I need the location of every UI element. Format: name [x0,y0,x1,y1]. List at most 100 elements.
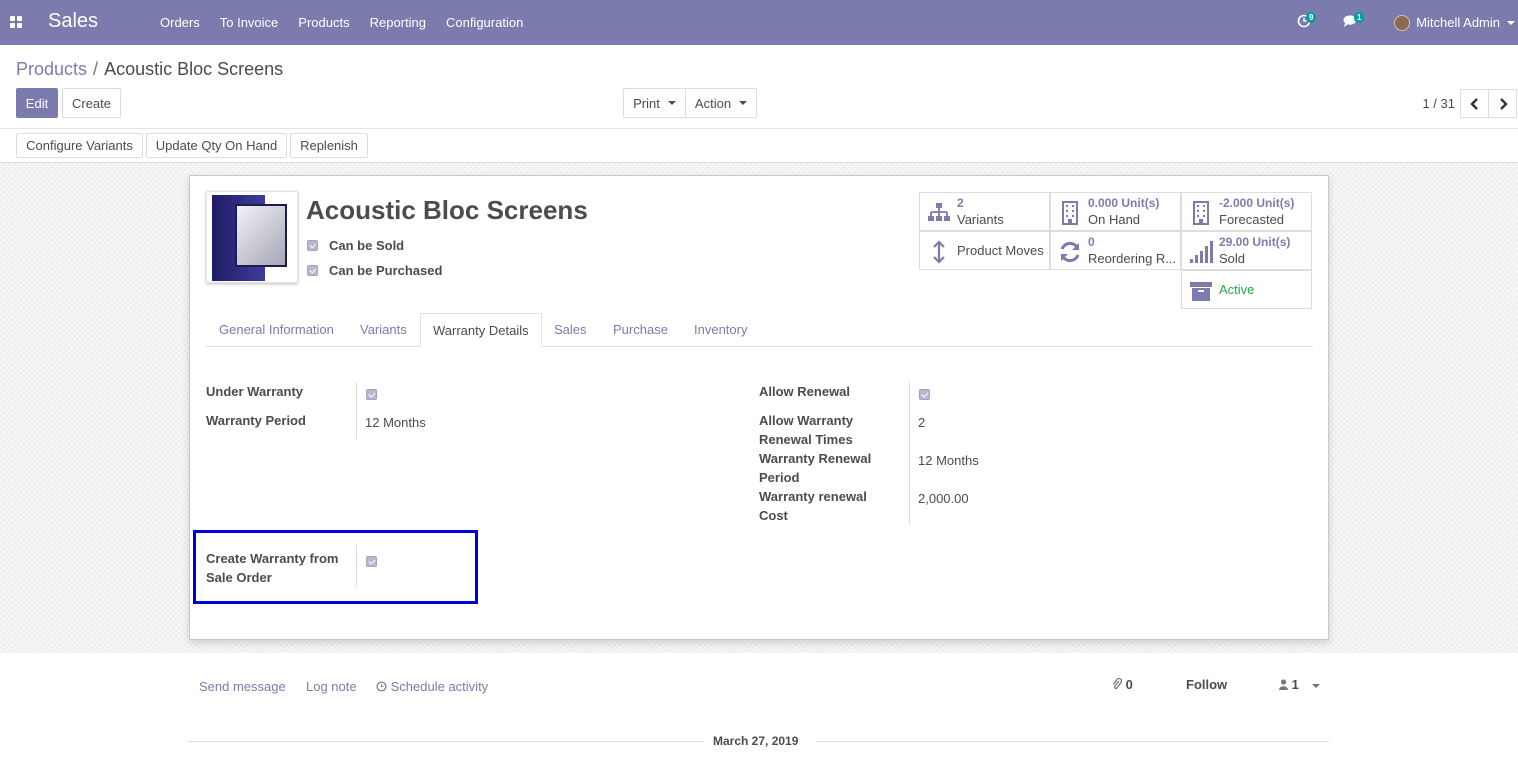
reordering-count: 0 [1088,235,1095,249]
renewal-period-value[interactable]: 12 Months [918,453,979,468]
print-label: Print [633,95,660,111]
user-name: Mitchell Admin [1416,15,1500,30]
on-hand-smart-button[interactable]: 0.000 Unit(s) On Hand [1050,192,1181,231]
menu-to-invoice[interactable]: To Invoice [210,0,289,45]
forecasted-qty: -2.000 [1219,196,1254,210]
user-icon [1279,679,1288,690]
attachments-count: 0 [1125,677,1133,692]
can-be-sold-checkbox[interactable] [307,240,318,251]
product-moves-label: Product Moves [957,243,1044,258]
date-divider-right [816,741,1329,742]
message-count-badge: 1 [1354,12,1365,23]
send-message-link[interactable]: Send message [199,679,286,694]
sold-qty: 29.00 [1219,235,1250,249]
print-dropdown[interactable]: Print [623,88,686,118]
date-divider-left [187,741,703,742]
tab-warranty-details[interactable]: Warranty Details [420,313,542,347]
refresh-icon [1060,241,1080,263]
signal-bars-icon [1190,241,1213,263]
product-moves-smart-button[interactable]: Product Moves [919,231,1050,270]
renewal-times-label-line2: Renewal Times [759,432,853,447]
action-dropdown[interactable]: Action [685,88,757,118]
building-icon [1062,201,1078,225]
breadcrumb-products-link[interactable]: Products [16,59,87,79]
apps-menu-icon[interactable] [10,16,23,29]
renewal-times-value[interactable]: 2 [918,415,925,430]
menu-products[interactable]: Products [288,0,359,45]
activity-clock-icon[interactable]: 9 [1297,12,1317,28]
reordering-rules-smart-button[interactable]: 0 Reordering R... [1050,231,1181,270]
highlight-box [193,530,478,604]
arrows-vertical-icon [933,240,945,264]
building-icon [1193,201,1209,225]
schedule-activity-label: Schedule activity [390,679,489,694]
renewal-cost-value[interactable]: 2,000.00 [918,491,969,506]
user-avatar [1394,14,1411,31]
pager-value[interactable]: 1 / 31 [1422,96,1455,111]
active-toggle-smart-button[interactable]: Active [1181,270,1312,309]
product-name[interactable]: Acoustic Bloc Screens [306,195,588,226]
tab-inventory[interactable]: Inventory [694,313,747,346]
can-be-sold-label: Can be Sold [329,238,405,253]
renewal-period-label-line2: Period [759,470,800,485]
product-image-front-panel [235,204,287,267]
follow-button[interactable]: Follow [1186,677,1227,692]
menu-configuration[interactable]: Configuration [436,0,533,45]
field-separator [356,382,357,439]
app-name[interactable]: Sales [48,10,98,33]
tab-general-information[interactable]: General Information [219,313,334,346]
menu-orders[interactable]: Orders [150,0,210,45]
pager-previous-button[interactable] [1460,89,1489,118]
sold-smart-button[interactable]: 29.00 Unit(s) Sold [1181,231,1312,270]
variants-smart-button[interactable]: 2 Variants [919,192,1050,231]
update-qty-on-hand-button[interactable]: Update Qty On Hand [146,133,287,158]
renewal-cost-label-line1: Warranty renewal [759,489,867,504]
create-button[interactable]: Create [62,88,121,118]
schedule-activity-link[interactable]: Schedule activity [376,679,488,694]
sold-label: Sold [1219,251,1246,266]
forecasted-smart-button[interactable]: -2.000 Unit(s) Forecasted [1181,192,1312,231]
chevron-down-icon [1312,683,1321,688]
active-label: Active [1219,282,1255,297]
sold-unit: Unit(s) [1252,235,1291,249]
warranty-period-value[interactable]: 12 Months [365,415,426,430]
log-note-link[interactable]: Log note [306,679,357,694]
tab-purchase[interactable]: Purchase [613,313,668,346]
allow-renewal-checkbox[interactable] [919,389,930,400]
menu-reporting[interactable]: Reporting [360,0,436,45]
edit-button[interactable]: Edit [16,88,58,118]
sold-value: 29.00 Unit(s) [1219,235,1290,249]
followers-button[interactable]: 1 [1279,677,1321,692]
pager-next-button[interactable] [1488,89,1517,118]
on-hand-qty: 0.000 [1088,196,1119,210]
chevron-down-icon [739,101,748,105]
renewal-times-label: Allow Warranty Renewal Times [759,411,853,449]
replenish-button[interactable]: Replenish [290,133,368,158]
chevron-down-icon [667,101,676,105]
can-be-purchased-checkbox[interactable] [307,265,318,276]
tab-sales[interactable]: Sales [554,313,587,346]
product-image[interactable] [206,191,298,283]
forecasted-value: -2.000 Unit(s) [1219,196,1294,210]
on-hand-label: On Hand [1088,212,1141,227]
renewal-cost-label-line2: Cost [759,508,788,523]
activity-count-badge: 9 [1306,12,1317,23]
reordering-label: Reordering R... [1088,251,1177,266]
messages-comments-icon[interactable]: 1 [1343,12,1365,28]
archive-icon [1190,282,1212,301]
renewal-period-label: Warranty Renewal Period [759,449,871,487]
sitemap-icon [928,203,950,221]
tab-variants[interactable]: Variants [360,313,407,346]
under-warranty-label: Under Warranty [206,384,304,399]
renewal-period-label-line1: Warranty Renewal [759,451,872,466]
under-warranty-checkbox[interactable] [366,389,377,400]
warranty-period-label: Warranty Period [206,413,306,428]
breadcrumb-separator: / [93,59,99,79]
paperclip-icon [1112,677,1123,690]
forecasted-unit: Unit(s) [1256,196,1295,210]
followers-count: 1 [1291,677,1299,692]
user-menu[interactable]: Mitchell Admin [1394,0,1518,45]
configure-variants-button[interactable]: Configure Variants [16,133,143,158]
attachments-button[interactable]: 0 [1112,677,1133,692]
on-hand-value: 0.000 Unit(s) [1088,196,1159,210]
